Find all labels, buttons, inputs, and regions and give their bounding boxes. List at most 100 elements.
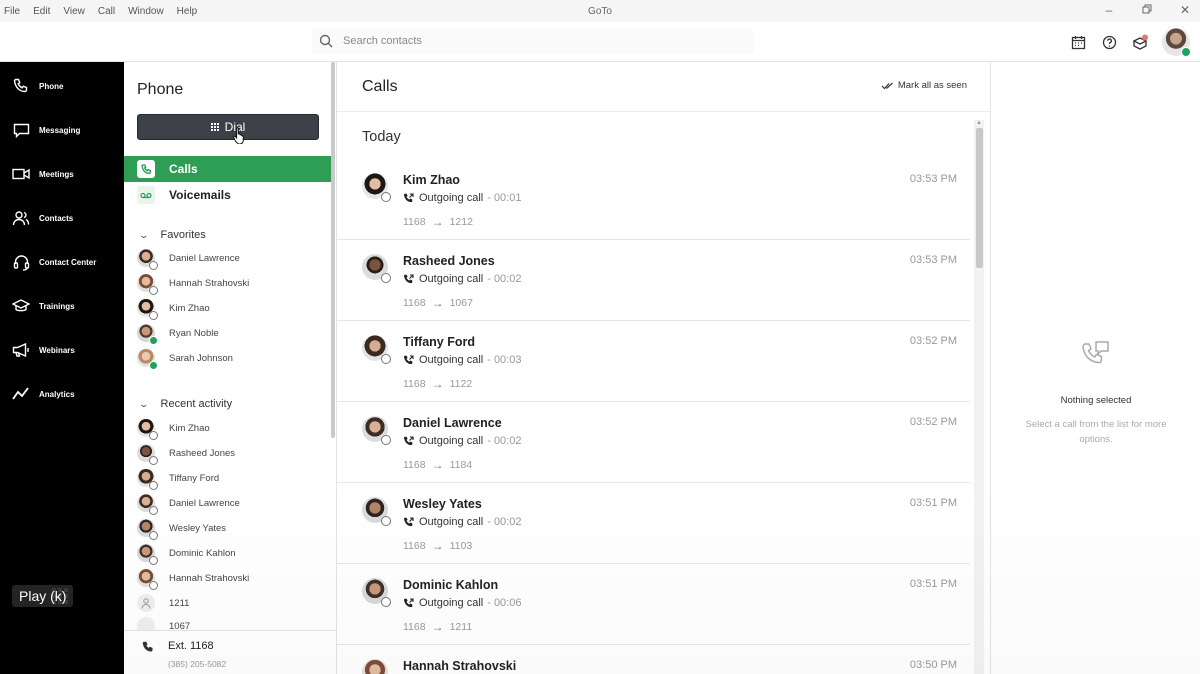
avatar: [137, 324, 158, 345]
chevron-down-icon: ⌄: [138, 229, 150, 240]
arrow-right-icon: →: [431, 377, 444, 391]
dial-button[interactable]: Dial: [137, 114, 319, 140]
call-row[interactable]: Daniel Lawrence Outgoing call - 00:02 11…: [337, 402, 970, 483]
menu-edit[interactable]: Edit: [33, 6, 57, 17]
from-number: 1168: [403, 540, 426, 552]
contact-name: Hannah Strahovski: [169, 277, 250, 289]
menu-window[interactable]: Window: [128, 6, 171, 17]
restore-icon[interactable]: [1140, 3, 1154, 17]
recent-item[interactable]: Rasheed Jones: [137, 442, 236, 465]
nav-item-contacts[interactable]: Contacts: [0, 203, 124, 233]
keypad-icon: [210, 123, 219, 131]
phone-icon: [137, 160, 155, 178]
recent-item[interactable]: Wesley Yates: [137, 517, 227, 540]
extension-selector[interactable]: Ext. 1168 (385) 205-5082: [124, 630, 336, 674]
scrollbar[interactable]: [331, 62, 335, 438]
arrow-right-icon: →: [431, 458, 444, 472]
recent-item[interactable]: Dominic Kahlon: [137, 542, 236, 565]
chat-icon: [11, 120, 31, 140]
call-row[interactable]: Dominic Kahlon Outgoing call - 00:06 116…: [337, 564, 970, 645]
help-icon[interactable]: [1094, 27, 1125, 57]
call-direction: Outgoing call - 00:06: [403, 597, 521, 609]
nav-item-analytics[interactable]: Analytics: [0, 379, 124, 409]
detail-panel: Nothing selected Select a call from the …: [990, 62, 1200, 674]
recent-item[interactable]: Kim Zhao: [137, 417, 210, 440]
scrollbar[interactable]: ▲: [974, 120, 984, 674]
favorite-item[interactable]: Sarah Johnson: [137, 347, 233, 370]
play-tooltip: Play (k): [12, 585, 74, 607]
contact-name: Rasheed Jones: [169, 447, 236, 459]
avatar[interactable]: [1162, 28, 1191, 57]
page-title: Phone: [137, 81, 184, 98]
empty-state-title: Nothing selected: [1060, 395, 1132, 406]
notifications-icon[interactable]: [1125, 27, 1156, 57]
call-direction-label: Outgoing call: [419, 597, 484, 609]
recent-activity-header[interactable]: ⌄ Recent activity: [138, 398, 232, 410]
nav-calls[interactable]: Calls: [124, 156, 331, 182]
scrollbar-thumb[interactable]: [976, 128, 983, 268]
call-row[interactable]: Tiffany Ford Outgoing call - 00:03 1168 …: [337, 321, 970, 402]
nav-voicemails[interactable]: Voicemails: [124, 182, 331, 208]
presence-indicator: [149, 336, 158, 345]
search-box[interactable]: [312, 28, 754, 54]
minimize-icon[interactable]: –: [1102, 3, 1116, 17]
recent-item[interactable]: 1067: [137, 617, 190, 630]
nav-item-trainings[interactable]: Trainings: [0, 291, 124, 321]
scroll-up-icon[interactable]: ▲: [976, 120, 982, 126]
menu-file[interactable]: File: [4, 6, 27, 17]
presence-indicator: [381, 597, 391, 607]
contact-name: Kim Zhao: [169, 422, 210, 434]
recent-item[interactable]: 1211: [137, 592, 189, 614]
from-number: 1168: [403, 297, 426, 309]
contacts-icon: [11, 208, 31, 228]
presence-indicator: [381, 516, 391, 526]
contact-name: Hannah Strahovski: [169, 572, 250, 584]
menu-view[interactable]: View: [63, 6, 92, 17]
call-row[interactable]: Wesley Yates Outgoing call - 00:02 1168 …: [337, 483, 970, 564]
outgoing-call-icon: [404, 516, 414, 526]
from-number: 1168: [403, 216, 426, 228]
avatar: [362, 497, 391, 526]
call-time: 03:53 PM: [909, 254, 957, 266]
search-input[interactable]: [343, 35, 723, 47]
chevron-down-icon: ⌄: [138, 398, 150, 409]
recent-item[interactable]: Daniel Lawrence: [137, 492, 240, 515]
call-time: 03:50 PM: [909, 659, 957, 671]
arrow-right-icon: →: [431, 296, 444, 310]
presence-indicator: [149, 431, 158, 440]
call-time: 03:52 PM: [909, 335, 957, 347]
to-number: 1067: [449, 297, 473, 309]
call-route: 1168 → 1212: [403, 215, 473, 229]
favorite-item[interactable]: Hannah Strahovski: [137, 272, 250, 295]
mouse-cursor-icon: [233, 127, 244, 144]
nav-item-webinars[interactable]: Webinars: [0, 335, 124, 365]
close-icon[interactable]: ✕: [1178, 3, 1192, 17]
call-row[interactable]: Hannah Strahovski 03:50 PM: [337, 645, 970, 674]
favorite-item[interactable]: Ryan Noble: [137, 322, 219, 345]
recent-item[interactable]: Hannah Strahovski: [137, 567, 250, 590]
call-row[interactable]: Kim Zhao Outgoing call - 00:01 1168 → 12…: [337, 159, 970, 240]
search-icon: [319, 34, 333, 48]
menu-call[interactable]: Call: [98, 6, 122, 17]
presence-indicator: [149, 286, 158, 295]
presence-indicator: [381, 192, 391, 202]
call-direction: Outgoing call - 00:02: [403, 516, 521, 528]
menu-help[interactable]: Help: [177, 6, 205, 17]
analytics-icon: [11, 384, 31, 404]
favorites-header[interactable]: ⌄ Favorites: [138, 229, 205, 241]
avatar: [362, 578, 391, 607]
phone-panel: Phone Dial Calls Voicemails ⌄ Favorites …: [124, 62, 337, 674]
nav-label: Contacts: [39, 213, 74, 223]
nav-item-contact-center[interactable]: Contact Center: [0, 247, 124, 277]
nav-item-messaging[interactable]: Messaging: [0, 115, 124, 145]
calendar-icon[interactable]: [1063, 27, 1094, 57]
avatar: [137, 444, 158, 465]
call-row[interactable]: Rasheed Jones Outgoing call - 00:02 1168…: [337, 240, 970, 321]
nav-item-meetings[interactable]: Meetings: [0, 159, 124, 189]
favorite-item[interactable]: Kim Zhao: [137, 297, 210, 320]
mark-all-seen-button[interactable]: Mark all as seen: [881, 80, 967, 91]
recent-item[interactable]: Tiffany Ford: [137, 467, 219, 490]
contact-name: Wesley Yates: [169, 522, 227, 534]
nav-item-phone[interactable]: Phone: [0, 71, 124, 101]
favorite-item[interactable]: Daniel Lawrence: [137, 247, 240, 270]
